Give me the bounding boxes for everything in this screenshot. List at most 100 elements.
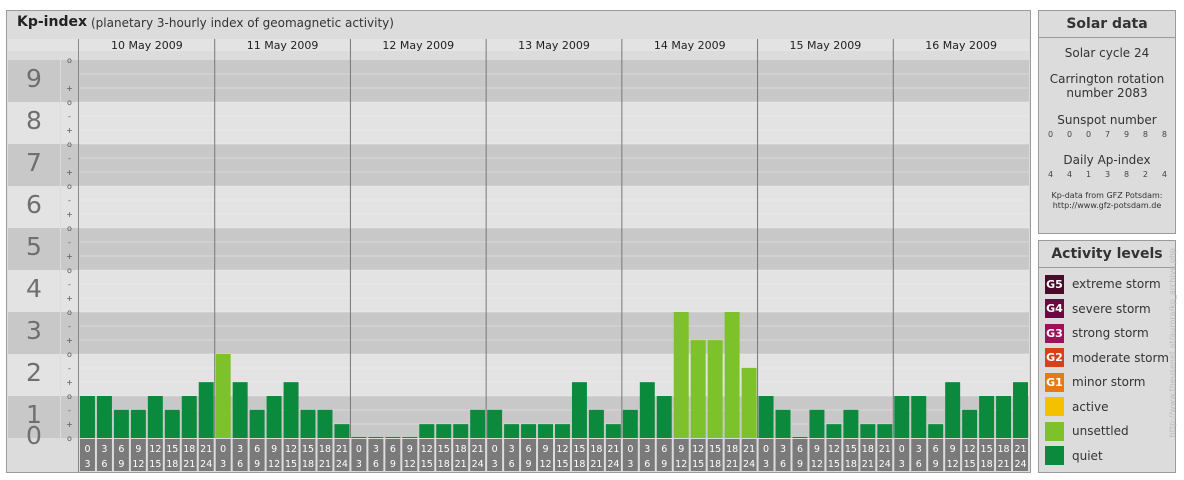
hour-start-label: 18 [998,444,1010,455]
kp-bar [843,409,859,438]
y-subtick-label: + [66,252,73,261]
activity-levels-panel: Activity levels G5 extreme storm G4 severe … [1038,240,1176,473]
hour-end-label: 15 [149,459,161,470]
kp-bar [775,409,791,438]
solar-data-title: Solar data [1039,11,1175,38]
y-tick-label: 9 [26,64,42,93]
hour-end-label: 21 [183,459,195,470]
hour-end-label: 12 [132,459,144,470]
activity-item-unsettled: unsettled [1039,419,1175,444]
hour-end-label: 6 [373,459,379,470]
sunspot-value-2: 0 [1085,130,1092,139]
hour-start-label: 18 [183,444,195,455]
kp-bar [487,409,503,438]
activity-item-quiet: quiet [1039,444,1175,469]
kp-bar [113,409,129,438]
kp-bar [996,396,1012,438]
hour-end-label: 24 [472,459,484,470]
hour-end-label: 21 [726,459,738,470]
hour-start-label: 18 [726,444,738,455]
hour-end-label: 24 [743,459,755,470]
kp-bar [826,424,842,438]
hour-start-label: 6 [661,444,667,455]
sunspot-value-3: 7 [1104,130,1111,139]
activity-label: moderate storm [1072,350,1169,365]
kp-bar [911,396,927,438]
kp-bar [249,409,265,438]
hour-start-label: 0 [220,444,226,455]
hour-start-label: 21 [879,444,891,455]
hour-start-label: 12 [149,444,161,455]
kp-bar [690,340,706,438]
kp-bar [198,382,214,438]
y-tick-label: 1 [26,400,42,429]
hour-end-label: 12 [404,459,416,470]
hour-end-label: 3 [899,459,905,470]
hour-start-label: 3 [916,444,922,455]
day-label: 16 May 2009 [925,39,997,52]
hour-start-label: 15 [981,444,993,455]
ap-index-values: 4 4 1 3 8 2 4 [1039,170,1175,179]
kp-bar [656,396,672,438]
y-subtick-label: - [68,112,71,121]
sub-band-4 [61,228,78,270]
sub-band-6 [61,144,78,186]
kp-bar [622,409,638,438]
y-subtick-label: o [67,434,72,443]
y-subtick-label: - [68,238,71,247]
hour-end-label: 21 [862,459,874,470]
hour-end-label: 9 [390,459,396,470]
kp-bar [453,424,469,438]
hour-end-label: 21 [455,459,467,470]
hour-start-label: 3 [644,444,650,455]
y-subtick-label: - [68,154,71,163]
hour-start-label: 9 [678,444,684,455]
hour-end-label: 24 [1014,459,1026,470]
band-2 [79,312,1029,354]
hour-end-label: 9 [661,459,667,470]
hour-end-label: 18 [166,459,178,470]
y-subtick-label: + [66,168,73,177]
kp-bar [130,409,146,438]
hour-end-label: 15 [421,459,433,470]
band-7 [79,102,1029,144]
day-label: 15 May 2009 [790,39,862,52]
y-tick-label: 2 [26,358,42,387]
day-label: 10 May 2009 [111,39,183,52]
hour-start-label: 21 [336,444,348,455]
hour-start-label: 21 [200,444,212,455]
y-subtick-label: - [68,406,71,415]
band-8 [79,60,1029,102]
hour-end-label: 21 [998,459,1010,470]
watermark-text: http://www.theusenet.at/aurora/kp_archiv… [1168,248,1177,438]
y-subtick-label: - [68,196,71,205]
activity-item-moderate-storm: G2 moderate storm [1039,346,1175,371]
hour-start-label: 12 [285,444,297,455]
hour-end-label: 18 [981,459,993,470]
hour-start-label: 12 [964,444,976,455]
kp-bar [215,354,231,438]
hour-start-label: 3 [780,444,786,455]
kp-bar [419,424,435,438]
kp-index-panel: Kp-index (planetary 3-hourly index of ge… [6,10,1031,473]
sunspot-values: 0 0 0 7 9 8 8 [1039,130,1175,139]
hour-end-label: 6 [101,459,107,470]
kp-bar [317,409,333,438]
hour-start-label: 15 [845,444,857,455]
y-subtick-label: o [67,392,72,401]
hour-end-label: 15 [692,459,704,470]
kp-bar [724,312,740,438]
y-subtick-label: o [67,182,72,191]
hour-start-label: 15 [302,444,314,455]
hour-end-label: 12 [539,459,551,470]
source-link[interactable]: http://www.gfz-potsdam.de [1039,201,1175,211]
y-tick-label: 8 [26,106,42,135]
activity-item-strong-storm: G3 strong storm [1039,321,1175,346]
hour-end-label: 15 [964,459,976,470]
hour-end-label: 9 [254,459,260,470]
band-5 [79,186,1029,228]
kp-bar [860,424,876,438]
band-6 [79,144,1029,186]
kp-bar [945,382,961,438]
y-tick-label: 4 [26,274,42,303]
